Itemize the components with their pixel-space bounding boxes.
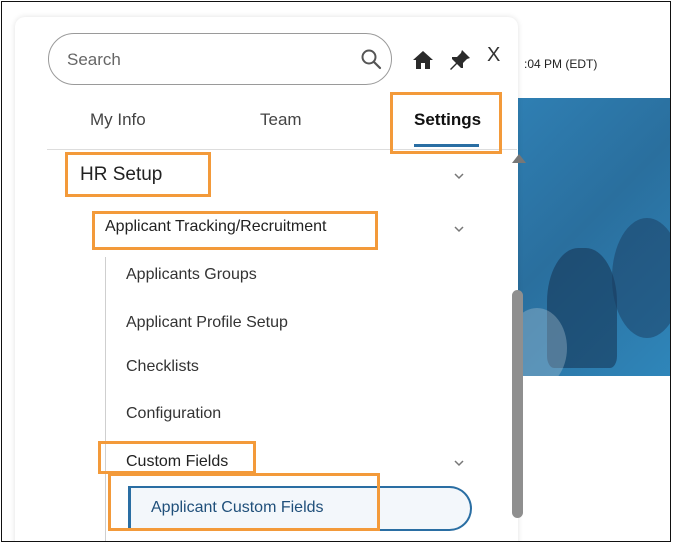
screenshot-frame: :04 PM (EDT) X My Info Team Settings HR … bbox=[1, 1, 671, 542]
scroll-up-arrow-icon[interactable] bbox=[512, 154, 526, 163]
tree-item-applicant-tracking[interactable]: Applicant Tracking/Recruitment bbox=[105, 218, 326, 236]
tab-settings[interactable]: Settings bbox=[414, 110, 481, 130]
applicant-custom-fields-label: Applicant Custom Fields bbox=[151, 499, 324, 516]
tree-item-applicant-profile-setup[interactable]: Applicant Profile Setup bbox=[126, 314, 288, 332]
close-icon[interactable]: X bbox=[487, 44, 500, 67]
scrollbar-thumb[interactable] bbox=[512, 290, 523, 518]
pin-icon[interactable] bbox=[448, 48, 472, 72]
tree-item-custom-fields[interactable]: Custom Fields bbox=[126, 453, 228, 471]
hero-banner-image bbox=[517, 98, 670, 376]
search-icon[interactable] bbox=[359, 47, 383, 71]
tab-team[interactable]: Team bbox=[260, 110, 302, 130]
tab-my-info[interactable]: My Info bbox=[90, 110, 146, 130]
chevron-down-icon[interactable] bbox=[453, 172, 465, 180]
tree-item-applicants-groups[interactable]: Applicants Groups bbox=[126, 266, 257, 284]
tree-item-configuration[interactable]: Configuration bbox=[126, 405, 221, 423]
tree-item-checklists[interactable]: Checklists bbox=[126, 358, 199, 376]
tree-item-hr-setup[interactable]: HR Setup bbox=[80, 164, 162, 186]
home-icon[interactable] bbox=[411, 48, 435, 72]
search-box[interactable] bbox=[48, 33, 392, 85]
search-input[interactable] bbox=[65, 46, 339, 74]
timezone-clock: :04 PM (EDT) bbox=[524, 57, 598, 71]
chevron-down-icon[interactable] bbox=[453, 225, 465, 233]
chevron-down-icon[interactable] bbox=[453, 459, 465, 467]
tree-guide-line bbox=[105, 257, 106, 541]
active-tab-indicator bbox=[414, 144, 479, 147]
